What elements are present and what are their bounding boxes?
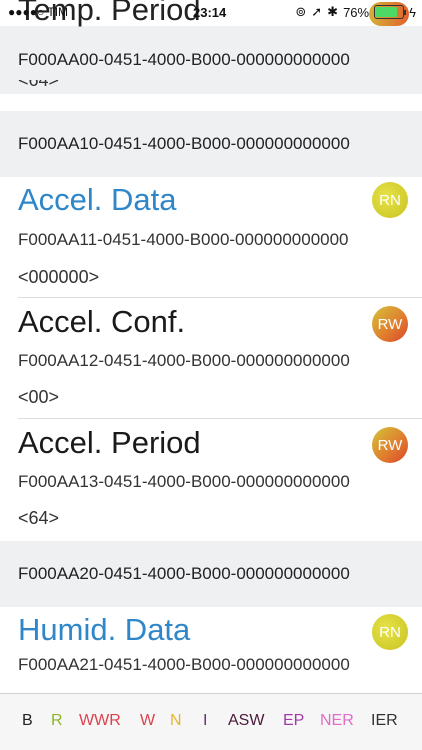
charging-icon: ϟ	[409, 4, 416, 20]
property-filter-bar: B R WWR W N I ASW EP NER IER	[0, 693, 422, 750]
filter-extended-properties[interactable]: EP	[283, 712, 304, 730]
filter-read[interactable]: R	[51, 712, 63, 730]
characteristic-title: Accel. Data	[18, 182, 177, 217]
characteristic-row[interactable]: Humid. Data RN F000AA21-0451-4000-B000-0…	[0, 607, 422, 693]
location-arrow-icon: ➚	[311, 4, 323, 19]
filter-write[interactable]: W	[140, 712, 155, 730]
clock: 23:14	[193, 5, 227, 20]
filter-write-with-response[interactable]: WWR	[79, 712, 121, 730]
characteristic-row[interactable]: Accel. Conf. RW F000AA12-0451-4000-B000-…	[0, 298, 422, 418]
characteristic-row[interactable]: Accel. Period RW F000AA13-0451-4000-B000…	[0, 419, 422, 541]
filter-broadcast[interactable]: B	[22, 712, 33, 730]
bluetooth-icon: ✱	[327, 4, 339, 19]
battery-fill	[376, 7, 398, 17]
characteristic-uuid: F000AA13-0451-4000-B000-000000000000	[18, 472, 350, 491]
property-badge: RW	[372, 427, 408, 463]
property-badge: RN	[372, 182, 408, 218]
characteristic-title: Accel. Conf.	[18, 304, 186, 339]
service-header[interactable]: F000AA10-0451-4000-B000-000000000000	[0, 111, 422, 177]
characteristic-title: Humid. Data	[18, 612, 191, 647]
characteristic-value: <000000>	[18, 267, 100, 287]
service-uuid: F000AA20-0451-4000-B000-000000000000	[18, 564, 350, 583]
partial-value-text: <64>	[18, 80, 60, 90]
characteristic-value: <64>	[18, 508, 60, 528]
service-uuid: F000AA00-0451-4000-B000-000000000000	[18, 50, 350, 69]
characteristic-title: Accel. Period	[18, 425, 201, 460]
filter-indicate-encryption-required[interactable]: IER	[371, 712, 398, 730]
status-indicators: ⊚ ➚ ✱ 76% ϟ	[295, 2, 416, 26]
property-badge: RN	[372, 614, 408, 650]
characteristic-uuid: F000AA11-0451-4000-B000-000000000000	[18, 230, 349, 249]
service-uuid: F000AA10-0451-4000-B000-000000000000	[18, 134, 350, 153]
orientation-lock-icon: ⊚	[295, 4, 307, 19]
battery-icon	[369, 2, 410, 26]
characteristic-value: <00>	[18, 387, 60, 407]
filter-notify-encryption-required[interactable]: NER	[320, 712, 354, 730]
characteristic-uuid: F000AA12-0451-4000-B000-000000000000	[18, 351, 350, 370]
status-bar: ●●●●○ TIM 23:14 ⊚ ➚ ✱ 76% ϟ	[0, 0, 422, 26]
partial-value: <64>	[18, 80, 59, 94]
characteristic-row[interactable]: Accel. Data RN F000AA11-0451-4000-B000-0…	[0, 177, 422, 297]
carrier-signal: ●●●●○ TIM	[8, 5, 69, 19]
filter-authenticated-signed-writes[interactable]: ASW	[228, 712, 264, 730]
filter-notify[interactable]: N	[170, 712, 182, 730]
service-header[interactable]: F000AA00-0451-4000-B000-000000000000	[0, 26, 422, 94]
service-header[interactable]: F000AA20-0451-4000-B000-000000000000	[0, 541, 422, 607]
property-badge: RW	[372, 306, 408, 342]
characteristic-uuid: F000AA21-0451-4000-B000-000000000000	[18, 655, 350, 674]
filter-indicate[interactable]: I	[203, 712, 207, 730]
battery-percent: 76%	[343, 4, 370, 20]
